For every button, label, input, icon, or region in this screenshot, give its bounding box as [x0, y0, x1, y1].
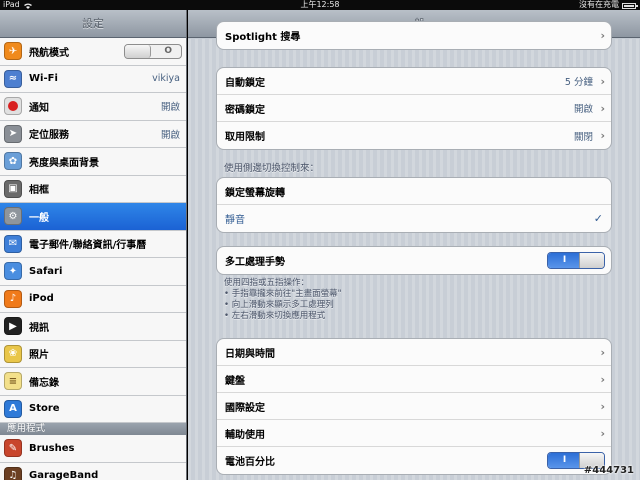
ipod-icon: ♪	[4, 289, 22, 308]
sidebar-item-brightness[interactable]: ✿ 亮度與桌面背景	[0, 148, 186, 176]
sidebar-item-label: 飛航模式	[29, 47, 69, 59]
chevron-right-icon: ›	[600, 101, 605, 115]
mail-icon: ✉	[4, 234, 22, 253]
checkmark-icon: ✓	[593, 212, 603, 225]
compass-icon: ✦	[4, 262, 22, 281]
location-icon: ➤	[4, 124, 22, 143]
sidebar-item-label: 視訊	[29, 322, 49, 334]
sidebar-item-label: 備忘錄	[29, 377, 59, 389]
sidebar-item-label: 定位服務	[29, 130, 69, 142]
accessibility-row[interactable]: 輔助使用 ›	[217, 420, 611, 447]
battery-icon	[622, 3, 638, 9]
sidebar-item-label: GarageBand	[29, 470, 99, 480]
chevron-right-icon: ›	[600, 399, 605, 413]
guitar-icon: ♫	[4, 466, 22, 480]
sidebar-item-label: 通知	[29, 102, 49, 114]
sidebar-item-label: Safari	[29, 265, 63, 277]
sidebar-item-garageband[interactable]: ♫ GarageBand	[0, 462, 186, 480]
airplane-icon: ✈	[4, 42, 22, 61]
mute-row[interactable]: 靜音 ✓	[217, 205, 611, 232]
sidebar-item-picture-frame[interactable]: ▣ 相框	[0, 175, 186, 203]
sidebar-item-notifications[interactable]: 通知 開啟	[0, 93, 186, 121]
multitask-gestures-row: 多工處理手勢 I	[217, 247, 611, 274]
notifications-icon	[4, 97, 22, 116]
apps-section-header: 應用程式	[0, 423, 186, 435]
sidebar-item-label: 電子郵件/聯絡資訊/行事曆	[29, 240, 147, 252]
sidebar-item-label: Wi-Fi	[29, 73, 58, 85]
lock-rotation-row[interactable]: 鎖定螢幕旋轉	[217, 178, 611, 205]
sidebar-item-notes[interactable]: ≡ 備忘錄	[0, 368, 186, 396]
side-switch-group: 鎖定螢幕旋轉 靜音 ✓	[216, 177, 612, 233]
brushes-icon: ✎	[4, 439, 22, 458]
picture-frame-icon: ▣	[4, 179, 22, 198]
sidebar-item-label: Store	[29, 403, 60, 415]
keyboard-row[interactable]: 鍵盤 ›	[217, 366, 611, 393]
sidebar-item-location[interactable]: ➤ 定位服務 開啟	[0, 120, 186, 148]
sidebar-item-safari[interactable]: ✦ Safari	[0, 258, 186, 286]
sidebar-item-airplane[interactable]: ✈ 飛航模式 O	[0, 38, 186, 66]
lock-group: 自動鎖定 5 分鐘 › 密碼鎖定 開啟 › 取用限制 關閉 ›	[216, 67, 612, 150]
sidebar-item-value: 開啟	[160, 102, 180, 114]
watermark: #444731	[583, 465, 634, 476]
sidebar-item-label: 一般	[29, 212, 49, 224]
status-time: 上午12:58	[300, 0, 340, 9]
passcode-lock-row[interactable]: 密碼鎖定 開啟 ›	[217, 95, 611, 122]
gear-icon: ⚙	[4, 207, 22, 226]
battery-percentage-row: 電池百分比 I	[217, 447, 611, 474]
multitask-group: 多工處理手勢 I	[216, 246, 612, 275]
sidebar-item-label: iPod	[29, 293, 54, 305]
sidebar-item-photos[interactable]: ❀ 照片	[0, 340, 186, 368]
sidebar-item-value: vikiya	[152, 73, 180, 85]
sidebar-item-label: Brushes	[29, 442, 75, 454]
sidebar-item-label: 亮度與桌面背景	[29, 157, 99, 169]
sidebar-item-store[interactable]: A Store	[0, 395, 186, 423]
system-group: 日期與時間 › 鍵盤 › 國際設定 › 輔助使用 › 電池百分比 I	[216, 338, 612, 475]
brightness-icon: ✿	[4, 152, 22, 171]
video-icon: ▶	[4, 317, 22, 336]
settings-master-pane: 設定 ✈ 飛航模式 O ≈ Wi-Fi vikiya 通知 開啟 ➤ 定位服務 …	[0, 10, 187, 480]
status-right: 沒有在充電	[579, 0, 638, 10]
chevron-right-icon: ›	[600, 345, 605, 359]
appstore-icon: A	[4, 399, 22, 418]
sidebar-item-ipod[interactable]: ♪ iPod	[0, 285, 186, 313]
chevron-right-icon: ›	[600, 426, 605, 440]
notes-icon: ≡	[4, 372, 22, 391]
date-time-row[interactable]: 日期與時間 ›	[217, 339, 611, 366]
chevron-right-icon: ›	[600, 129, 605, 142]
chevron-right-icon: ›	[600, 29, 605, 42]
detail-content: Spotlight 搜尋 › 自動鎖定 5 分鐘 › 密碼鎖定 開啟 › 取用限…	[188, 21, 640, 480]
wifi-icon: ≈	[4, 69, 22, 88]
multitask-note: 使用四指或五指操作： • 手指靠攏來前往"主畫面螢幕" • 向上滑動來顯示多工處…	[224, 278, 342, 321]
status-bar: iPad 上午12:58 沒有在充電	[0, 0, 640, 10]
international-row[interactable]: 國際設定 ›	[217, 393, 611, 420]
sidebar-item-general[interactable]: ⚙ 一般	[0, 203, 186, 231]
charge-status: 沒有在充電	[579, 0, 619, 9]
sidebar-item-video[interactable]: ▶ 視訊	[0, 313, 186, 341]
multitask-toggle[interactable]: I	[547, 252, 605, 269]
sidebar-item-wifi[interactable]: ≈ Wi-Fi vikiya	[0, 65, 186, 93]
restrictions-row[interactable]: 取用限制 關閉 ›	[217, 122, 611, 149]
chevron-right-icon: ›	[600, 372, 605, 386]
sidebar-item-brushes[interactable]: ✎ Brushes	[0, 435, 186, 463]
sunflower-icon: ❀	[4, 344, 22, 363]
settings-detail-pane: 一般 Spotlight 搜尋 › 自動鎖定 5 分鐘 › 密碼鎖定 開啟 › …	[188, 10, 640, 480]
auto-lock-row[interactable]: 自動鎖定 5 分鐘 ›	[217, 68, 611, 95]
sidebar-item-label: 照片	[29, 350, 49, 362]
side-switch-header: 使用側邊切換控制來：	[224, 163, 320, 174]
spotlight-row[interactable]: Spotlight 搜尋 ›	[217, 22, 611, 49]
sidebar-item-value: 開啟	[160, 129, 180, 141]
spotlight-group: Spotlight 搜尋 ›	[216, 21, 612, 50]
sidebar-item-label: 相框	[29, 185, 49, 197]
sidebar-item-mail[interactable]: ✉ 電子郵件/聯絡資訊/行事曆	[0, 230, 186, 258]
settings-title: 設定	[0, 10, 186, 38]
airplane-toggle[interactable]: O	[124, 43, 182, 59]
chevron-right-icon: ›	[600, 74, 605, 88]
